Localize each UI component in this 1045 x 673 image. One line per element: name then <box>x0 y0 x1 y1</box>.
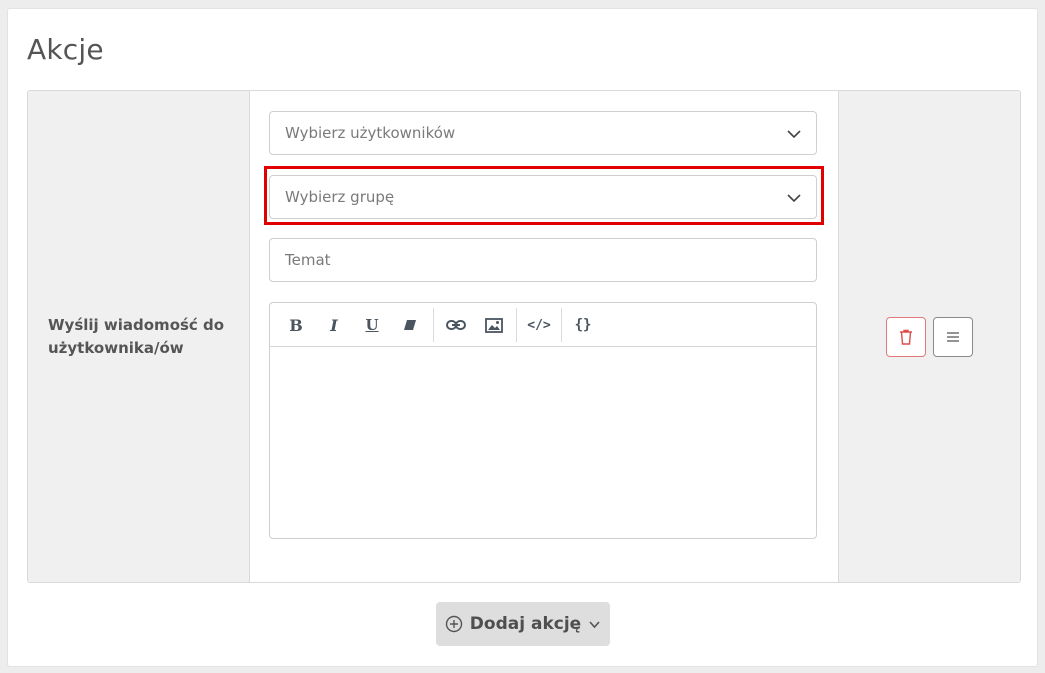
message-editor: B I U </> {} <box>269 302 817 539</box>
reorder-action-button[interactable] <box>933 317 973 357</box>
action-form: Wybierz użytkowników Wybierz grupę B I <box>250 91 838 582</box>
users-select[interactable]: Wybierz użytkowników <box>269 111 817 155</box>
chevron-down-icon <box>787 194 801 203</box>
action-row: Wyślij wiadomość do użytkownika/ów Wybie… <box>27 90 1021 583</box>
actions-panel: Akcje Wyślij wiadomość do użytkownika/ów… <box>7 8 1038 667</box>
group-select[interactable]: Wybierz grupę <box>269 175 817 219</box>
eraser-icon[interactable] <box>397 313 423 337</box>
add-action-button[interactable]: Dodaj akcję <box>436 602 610 646</box>
action-label-column: Wyślij wiadomość do użytkownika/ów <box>28 91 250 582</box>
menu-icon <box>947 332 959 342</box>
chevron-down-icon <box>787 130 801 139</box>
code-icon[interactable]: </> <box>524 313 554 337</box>
subject-input[interactable] <box>269 238 817 282</box>
image-icon[interactable] <box>481 313 507 337</box>
delete-action-button[interactable] <box>886 317 926 357</box>
bold-icon[interactable]: B <box>283 313 309 337</box>
italic-icon[interactable]: I <box>321 313 347 337</box>
group-select-placeholder: Wybierz grupę <box>285 188 395 206</box>
editor-toolbar: B I U </> {} <box>270 303 816 347</box>
toolbar-separator <box>516 308 517 342</box>
users-select-placeholder: Wybierz użytkowników <box>285 124 456 142</box>
action-buttons-column <box>838 91 1020 582</box>
chevron-down-icon <box>589 620 600 628</box>
underline-icon[interactable]: U <box>359 313 385 337</box>
add-action-label: Dodaj akcję <box>469 614 582 634</box>
toolbar-separator <box>433 308 434 342</box>
toolbar-separator <box>561 308 562 342</box>
action-label: Wyślij wiadomość do użytkownika/ów <box>48 316 225 357</box>
editor-body[interactable] <box>270 347 816 538</box>
variables-icon[interactable]: {} <box>570 313 596 337</box>
plus-circle-icon <box>445 615 462 633</box>
page-title: Akcje <box>27 33 104 66</box>
link-icon[interactable] <box>443 313 469 337</box>
trash-icon <box>900 329 912 345</box>
